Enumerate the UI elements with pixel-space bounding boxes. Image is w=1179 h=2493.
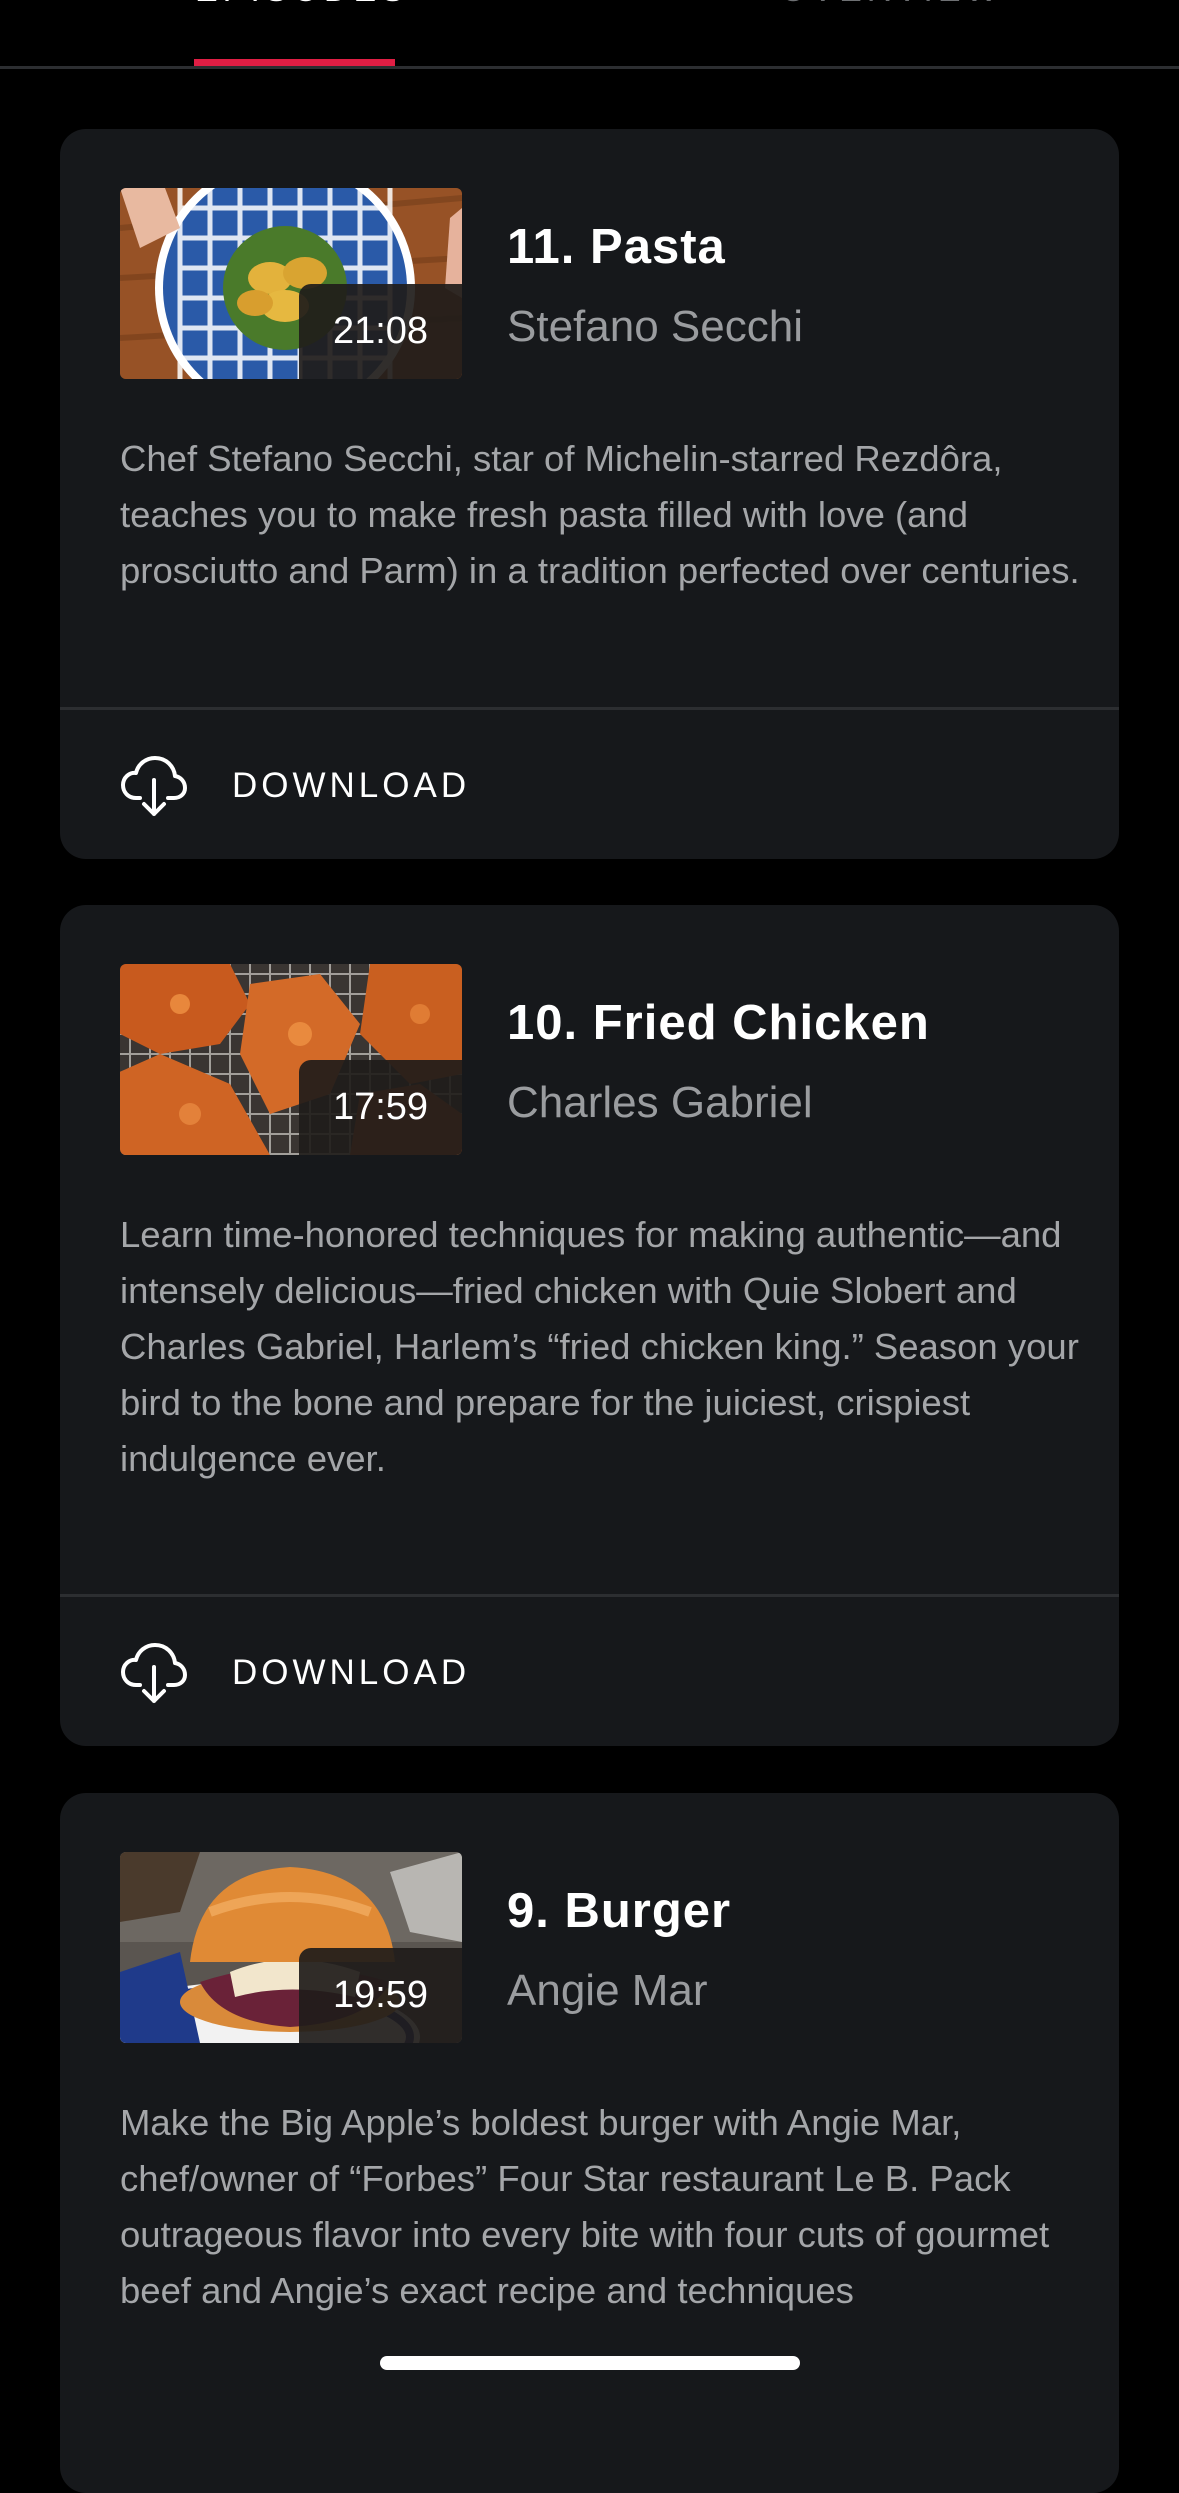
episode-duration: 17:59 — [299, 1060, 462, 1155]
episode-tab-bar: EPISODES OVERVIEW — [0, 0, 1179, 69]
download-label: DOWNLOAD — [232, 766, 471, 805]
episode-description: Learn time-honored techniques for making… — [120, 1214, 1079, 1479]
cloud-download-icon — [121, 756, 187, 816]
episode-card-pasta[interactable]: 21:08 11. Pasta Stefano Secchi Chef Stef… — [60, 129, 1119, 859]
episode-title: 9. Burger — [507, 1884, 732, 1938]
episode-thumbnail[interactable]: 17:59 — [120, 964, 462, 1155]
episode-chef-name: Angie Mar — [507, 1966, 708, 2015]
active-tab-indicator — [194, 59, 395, 66]
episode-title: 11. Pasta — [507, 220, 726, 274]
episode-thumbnail[interactable]: 19:59 — [120, 1852, 462, 2043]
download-button[interactable]: DOWNLOAD — [60, 1597, 1119, 1746]
episode-duration: 21:08 — [299, 284, 462, 379]
episode-description: Chef Stefano Secchi, star of Michelin-st… — [120, 438, 1080, 591]
home-indicator[interactable] — [380, 2356, 800, 2370]
episode-title: 10. Fried Chicken — [507, 996, 930, 1050]
episode-card-burger[interactable]: 19:59 9. Burger Angie Mar Make the Big A… — [60, 1793, 1119, 2493]
download-label: DOWNLOAD — [232, 1653, 471, 1692]
episode-chef-name: Stefano Secchi — [507, 302, 803, 351]
episode-duration: 19:59 — [299, 1948, 462, 2043]
tab-overview[interactable]: OVERVIEW — [780, 0, 1003, 10]
episode-card-fried-chicken[interactable]: 17:59 10. Fried Chicken Charles Gabriel … — [60, 905, 1119, 1746]
episode-chef-name: Charles Gabriel — [507, 1078, 813, 1127]
cloud-download-icon — [121, 1643, 187, 1703]
episode-thumbnail[interactable]: 21:08 — [120, 188, 462, 379]
episode-description: Make the Big Apple’s boldest burger with… — [120, 2102, 1050, 2311]
download-button[interactable]: DOWNLOAD — [60, 710, 1119, 859]
tab-episodes[interactable]: EPISODES — [195, 0, 409, 10]
